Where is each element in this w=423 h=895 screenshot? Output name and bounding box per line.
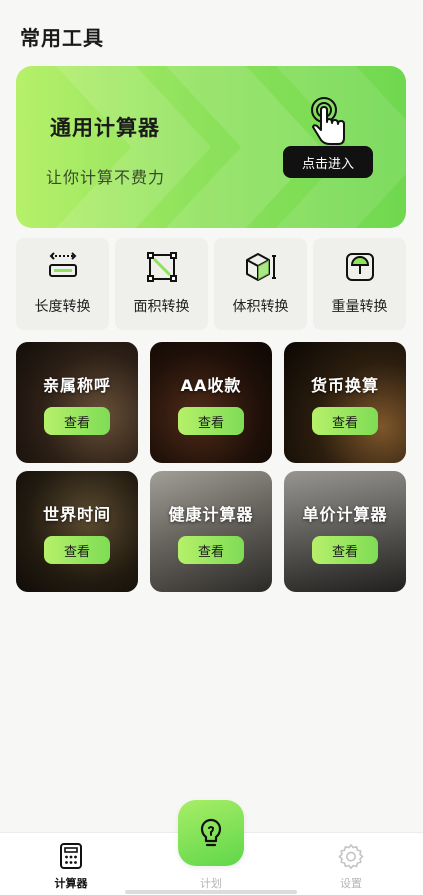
aa-payment-card[interactable]: AA收款 查看 bbox=[150, 342, 272, 463]
area-icon bbox=[146, 252, 177, 282]
weight-converter[interactable]: 重量转换 bbox=[313, 238, 406, 330]
tab-label: 计划 bbox=[200, 877, 222, 890]
card-title: 单价计算器 bbox=[302, 505, 388, 524]
enter-button[interactable]: 点击进入 bbox=[283, 146, 373, 178]
tab-label: 设置 bbox=[340, 877, 362, 890]
tab-settings[interactable]: 设置 bbox=[316, 843, 386, 891]
length-converter[interactable]: 长度转换 bbox=[16, 238, 109, 330]
world-time-card[interactable]: 世界时间 查看 bbox=[16, 471, 138, 592]
unit-price-card[interactable]: 单价计算器 查看 bbox=[284, 471, 406, 592]
plan-center-button[interactable] bbox=[178, 800, 244, 866]
converter-label: 面积转换 bbox=[133, 299, 190, 315]
currency-card[interactable]: 货币换算 查看 bbox=[284, 342, 406, 463]
card-title: 货币换算 bbox=[310, 376, 379, 395]
view-button[interactable]: 查看 bbox=[178, 536, 244, 564]
view-button[interactable]: 查看 bbox=[178, 407, 244, 435]
health-calculator-card[interactable]: 健康计算器 查看 bbox=[150, 471, 272, 592]
converter-label: 重量转换 bbox=[331, 299, 388, 315]
converter-label: 长度转换 bbox=[34, 299, 91, 315]
calculator-banner[interactable]: 通用计算器 让你计算不费力 点击进入 bbox=[16, 66, 406, 228]
view-button[interactable]: 查看 bbox=[312, 536, 378, 564]
gear-icon bbox=[338, 844, 364, 869]
relatives-card[interactable]: 亲属称呼 查看 bbox=[16, 342, 138, 463]
card-title: 健康计算器 bbox=[168, 505, 254, 524]
tab-label: 计算器 bbox=[54, 877, 88, 890]
tab-calculator[interactable]: 计算器 bbox=[36, 843, 106, 891]
lightbulb-icon bbox=[200, 818, 222, 847]
card-title: AA收款 bbox=[180, 376, 242, 395]
converter-row: 长度转换 面积转换 体积转换 重量转换 bbox=[16, 238, 406, 330]
ruler-icon bbox=[48, 252, 77, 277]
tap-hand-icon bbox=[311, 97, 345, 145]
calculator-icon bbox=[60, 843, 82, 869]
page-title: 常用工具 bbox=[20, 26, 104, 50]
converter-label: 体积转换 bbox=[232, 299, 289, 315]
volume-converter[interactable]: 体积转换 bbox=[214, 238, 307, 330]
card-title: 世界时间 bbox=[42, 505, 111, 524]
view-button[interactable]: 查看 bbox=[312, 407, 378, 435]
cube-icon bbox=[245, 253, 276, 281]
banner-subtitle: 让你计算不费力 bbox=[46, 168, 166, 187]
tab-plan[interactable]: 计划 bbox=[176, 869, 246, 891]
scale-icon bbox=[345, 253, 374, 281]
home-indicator bbox=[125, 890, 297, 894]
banner-title: 通用计算器 bbox=[50, 116, 160, 140]
view-button[interactable]: 查看 bbox=[44, 536, 110, 564]
view-button[interactable]: 查看 bbox=[44, 407, 110, 435]
area-converter[interactable]: 面积转换 bbox=[115, 238, 208, 330]
card-title: 亲属称呼 bbox=[42, 376, 111, 395]
